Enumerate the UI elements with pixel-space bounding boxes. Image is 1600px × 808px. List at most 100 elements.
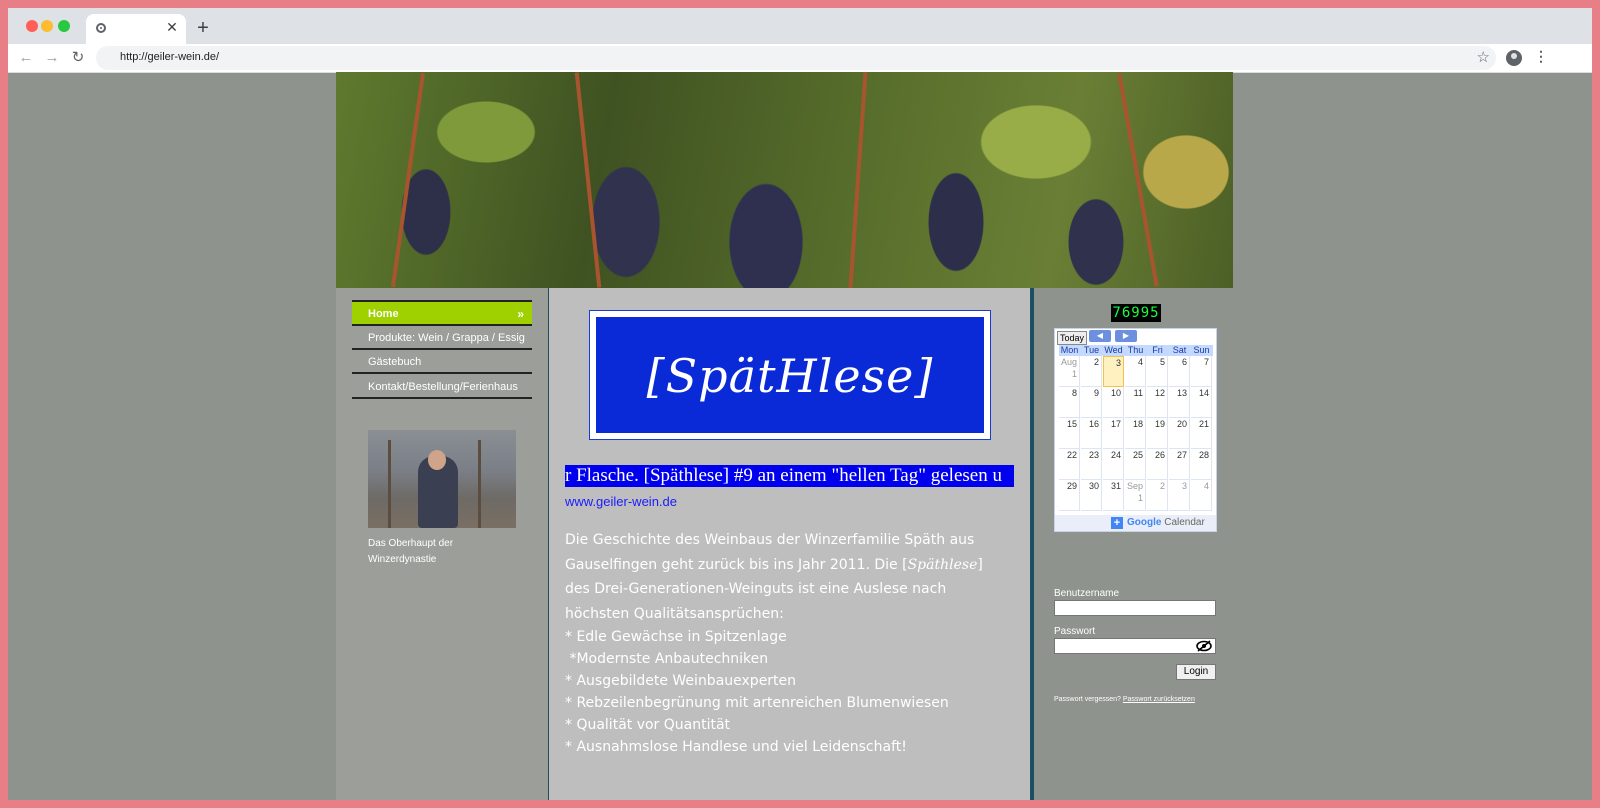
browser-toolbar: ← → ↻ http://geiler-wein.de/ ☆ ⋮ bbox=[8, 44, 1592, 73]
calendar-weekday: Sat bbox=[1172, 345, 1187, 355]
logo-text: [SpätHlese] bbox=[646, 349, 934, 403]
calendar-day-cell[interactable]: 3 bbox=[1169, 480, 1190, 511]
calendar-day-cell[interactable]: 4 bbox=[1191, 480, 1212, 511]
calendar-day-cell[interactable]: 15 bbox=[1059, 418, 1080, 449]
bullet-item: * Qualität vor Quantität bbox=[565, 717, 731, 733]
password-label: Passwort bbox=[1054, 626, 1096, 637]
tab-close-icon[interactable]: ✕ bbox=[164, 19, 180, 35]
calendar-day-cell[interactable]: 8 bbox=[1059, 387, 1080, 418]
nav-gaestebuch-label: Gästebuch bbox=[368, 356, 422, 368]
calendar-day-cell[interactable]: 3 bbox=[1103, 356, 1124, 387]
calendar-day-cell[interactable]: 22 bbox=[1059, 449, 1080, 480]
calendar-day-cell[interactable]: Sep 1 bbox=[1125, 480, 1146, 511]
close-window-dot[interactable] bbox=[26, 20, 38, 32]
browser-window: ✕ + ← → ↻ http://geiler-wein.de/ ☆ ⋮ Hom… bbox=[8, 8, 1592, 800]
calendar-day-cell[interactable]: 12 bbox=[1147, 387, 1168, 418]
forward-icon[interactable]: → bbox=[42, 48, 62, 68]
calendar-day-cell[interactable]: 2 bbox=[1147, 480, 1168, 511]
double-chevron-right-icon: » bbox=[517, 307, 524, 321]
calendar-weekday: Wed bbox=[1104, 345, 1123, 355]
calendar-day-cell[interactable]: 27 bbox=[1169, 449, 1190, 480]
calendar-weekday: Fri bbox=[1152, 345, 1163, 355]
calendar-day-cell[interactable]: Aug 1 bbox=[1059, 356, 1080, 387]
forgot-password-label: Passwort vergessen? bbox=[1054, 696, 1121, 703]
bullet-item: *Modernste Anbautechniken bbox=[565, 651, 769, 667]
calendar-day-cell[interactable]: 16 bbox=[1081, 418, 1102, 449]
chrome-icon bbox=[96, 23, 106, 33]
bookmark-star-icon[interactable]: ☆ bbox=[1477, 48, 1490, 66]
calendar-day-cell[interactable]: 4 bbox=[1125, 356, 1146, 387]
nav-produkte[interactable]: Produkte: Wein / Grappa / Essig bbox=[352, 326, 532, 350]
url-text[interactable]: http://geiler-wein.de/ bbox=[120, 51, 219, 63]
reload-icon[interactable]: ↻ bbox=[68, 48, 88, 68]
news-ticker: r Flasche. [Späthlese] #9 an einem "hell… bbox=[565, 465, 1014, 487]
spaethlese-logo: [SpätHlese] bbox=[589, 310, 991, 440]
calendar-next-icon[interactable]: ▶ bbox=[1115, 330, 1137, 342]
calendar-day-cell[interactable]: 13 bbox=[1169, 387, 1190, 418]
google-calendar-label: Google Calendar bbox=[1127, 517, 1205, 529]
calendar-weekday: Thu bbox=[1127, 345, 1144, 355]
bullet-item: * Rebzeilenbegrünung mit artenreichen Bl… bbox=[565, 695, 949, 711]
calendar-today-button[interactable]: Today bbox=[1057, 331, 1087, 345]
calendar-day-cell[interactable]: 23 bbox=[1081, 449, 1102, 480]
password-input[interactable] bbox=[1054, 638, 1216, 654]
profile-icon[interactable] bbox=[1506, 50, 1522, 66]
calendar-day-cell[interactable]: 10 bbox=[1103, 387, 1124, 418]
vineyard-banner-image bbox=[336, 72, 1233, 288]
calendar-weekday: Mon bbox=[1060, 345, 1079, 355]
main-content: [SpätHlese] r Flasche. [Späthlese] #9 an… bbox=[548, 288, 1030, 800]
back-icon[interactable]: ← bbox=[16, 48, 36, 68]
calendar-word: Calendar bbox=[1164, 517, 1205, 528]
calendar-prev-icon[interactable]: ◀ bbox=[1089, 330, 1111, 342]
add-calendar-plus-icon[interactable]: + bbox=[1111, 517, 1123, 529]
minimize-window-dot[interactable] bbox=[41, 20, 53, 32]
calendar-day-cell[interactable]: 7 bbox=[1191, 356, 1212, 387]
calendar-footer[interactable]: + Google Calendar bbox=[1055, 515, 1216, 531]
calendar-day-cell[interactable]: 26 bbox=[1147, 449, 1168, 480]
menu-kebab-icon[interactable]: ⋮ bbox=[1534, 48, 1548, 65]
forgot-password-text: Passwort vergessen? Passwort zurücksetze… bbox=[1054, 696, 1195, 703]
story-brand: Späthlese bbox=[907, 556, 978, 573]
nav-kontakt-label: Kontakt/Bestellung/Ferienhaus bbox=[368, 381, 518, 393]
website: Home » Produkte: Wein / Grappa / Essig G… bbox=[336, 72, 1233, 800]
calendar-day-cell[interactable]: 11 bbox=[1125, 387, 1146, 418]
calendar-day-cell[interactable]: 30 bbox=[1081, 480, 1102, 511]
calendar-day-cell[interactable]: 24 bbox=[1103, 449, 1124, 480]
calendar-day-cell[interactable]: 25 bbox=[1125, 449, 1146, 480]
bullet-item: * Ausgebildete Weinbauexperten bbox=[565, 673, 797, 689]
login-button[interactable]: Login bbox=[1176, 664, 1216, 680]
calendar-day-cell[interactable]: 9 bbox=[1081, 387, 1102, 418]
calendar-weekday: Tue bbox=[1083, 345, 1100, 355]
nav-produkte-label: Produkte: Wein / Grappa / Essig bbox=[368, 332, 525, 344]
nav-kontakt[interactable]: Kontakt/Bestellung/Ferienhaus bbox=[352, 375, 532, 399]
website-link[interactable]: www.geiler-wein.de bbox=[565, 494, 677, 509]
address-bar[interactable]: http://geiler-wein.de/ ☆ bbox=[96, 46, 1496, 70]
calendar-weekday: Sun bbox=[1193, 345, 1210, 355]
calendar-day-cell[interactable]: 6 bbox=[1169, 356, 1190, 387]
calendar-day-cell[interactable]: 5 bbox=[1147, 356, 1168, 387]
calendar-day-cell[interactable]: 19 bbox=[1147, 418, 1168, 449]
calendar-day-cell[interactable]: 21 bbox=[1191, 418, 1212, 449]
calendar-day-cell[interactable]: 14 bbox=[1191, 387, 1212, 418]
calendar-day-cell[interactable]: 20 bbox=[1169, 418, 1190, 449]
calendar-day-cell[interactable]: 17 bbox=[1103, 418, 1124, 449]
nav-home[interactable]: Home » bbox=[352, 302, 532, 326]
calendar-day-cell[interactable]: 2 bbox=[1081, 356, 1102, 387]
maximize-window-dot[interactable] bbox=[58, 20, 70, 32]
browser-tab[interactable]: ✕ bbox=[86, 14, 186, 44]
calendar-day-cell[interactable]: 18 bbox=[1125, 418, 1146, 449]
reset-password-link[interactable]: Passwort zurücksetzen bbox=[1123, 696, 1195, 703]
google-calendar-widget: Today ◀ ▶ Mon Tue Wed Thu Fri Sat Sun Aug 12345… bbox=[1054, 328, 1217, 532]
photo-caption: Das Oberhaupt der Winzerdynastie bbox=[368, 538, 454, 565]
visitor-counter: 76995 bbox=[1111, 304, 1161, 322]
tab-strip: ✕ + bbox=[8, 8, 1592, 44]
calendar-day-cell[interactable]: 28 bbox=[1191, 449, 1212, 480]
google-word: Google bbox=[1127, 517, 1162, 528]
nav-gaestebuch[interactable]: Gästebuch bbox=[352, 350, 532, 374]
story-text: Die Geschichte des Weinbaus der Winzerfa… bbox=[565, 528, 1005, 758]
hide-password-eye-icon[interactable] bbox=[1196, 640, 1212, 652]
calendar-day-cell[interactable]: 29 bbox=[1059, 480, 1080, 511]
calendar-day-cell[interactable]: 31 bbox=[1103, 480, 1124, 511]
new-tab-icon[interactable]: + bbox=[194, 18, 212, 38]
username-input[interactable] bbox=[1054, 600, 1216, 616]
